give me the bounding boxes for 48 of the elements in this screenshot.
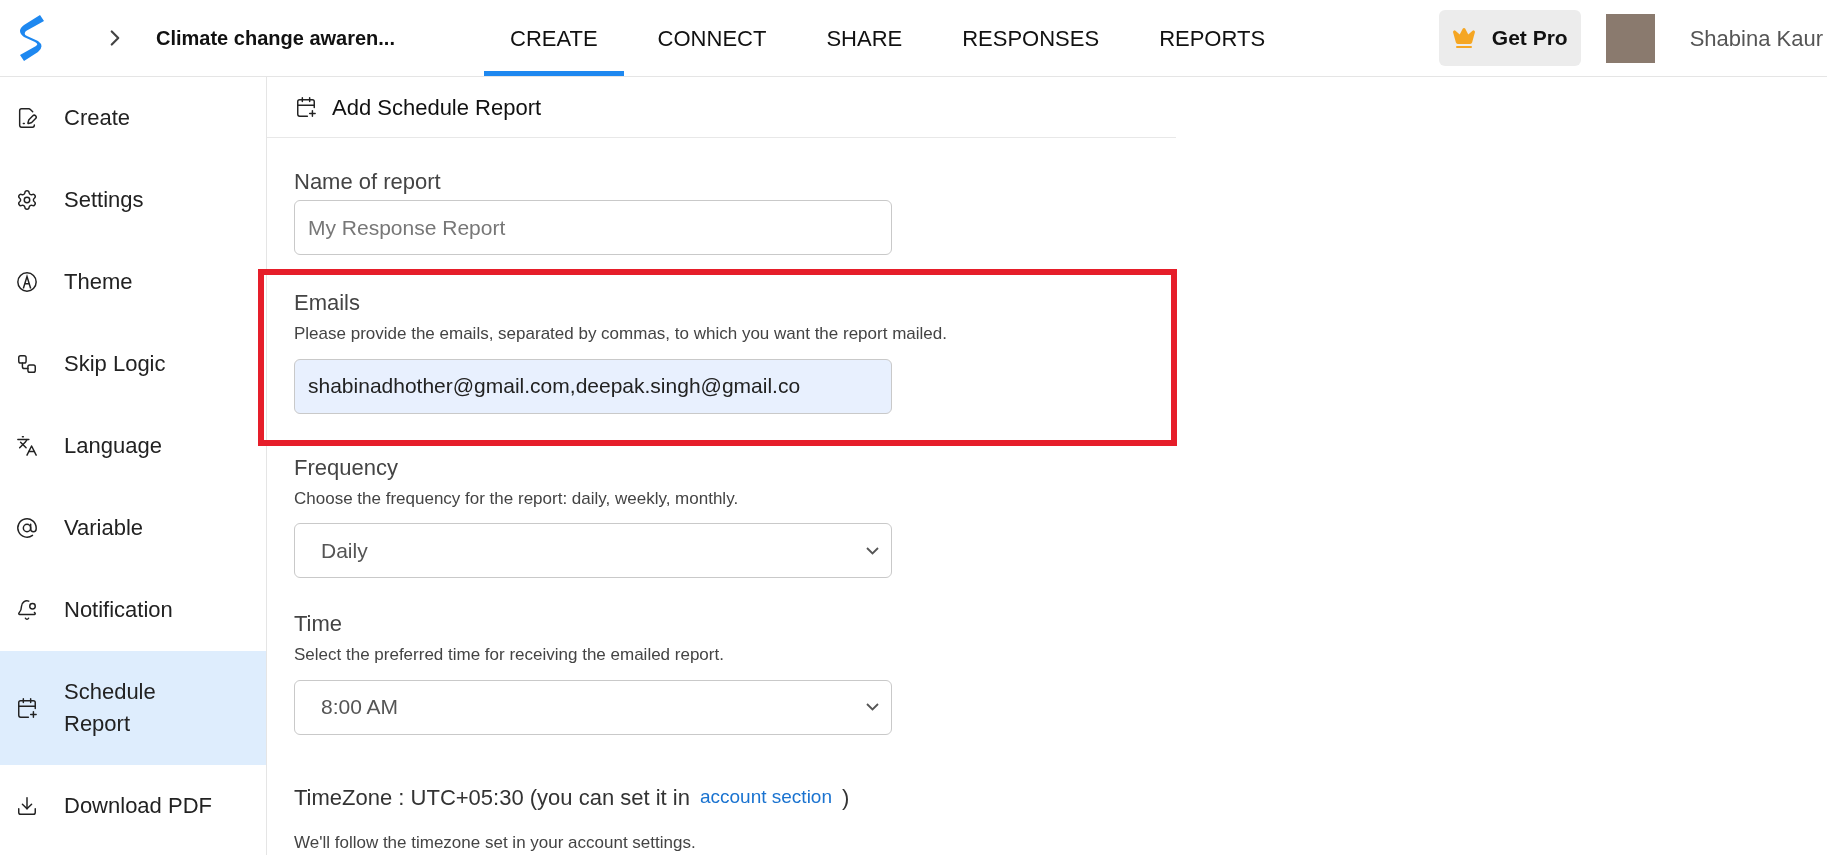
account-section-link[interactable]: account section — [699, 782, 832, 812]
nav-tab[interactable]: REPORTS — [1133, 0, 1292, 76]
letter-circle-icon — [16, 271, 38, 293]
panel-title: Add Schedule Report — [332, 93, 542, 122]
select-field[interactable]: Daily — [294, 523, 892, 578]
document-pen-icon — [16, 107, 38, 129]
field-label: Time — [294, 610, 344, 638]
field-help-text: Select the preferred time for receiving the emailed report. — [294, 644, 725, 666]
get-pro-button[interactable]: Get Pro — [1438, 10, 1581, 66]
sidebar-item[interactable]: Variable — [0, 487, 266, 569]
timezone-text: TimeZone : UTC+05:30 (you can set it in — [294, 783, 690, 812]
bell-icon — [16, 599, 38, 621]
field-label: Frequency — [294, 453, 399, 482]
at-sign-icon — [16, 517, 38, 539]
download-icon — [16, 795, 38, 817]
sidebar-item[interactable]: Settings — [0, 159, 266, 241]
logo-icon[interactable] — [18, 13, 46, 63]
calendar-plus-icon — [16, 697, 38, 719]
field-label: Name of report — [294, 168, 442, 196]
avatar-photo-placeholder[interactable] — [1605, 13, 1655, 63]
settings-icon — [16, 189, 38, 211]
nav-tab[interactable]: RESPONSES — [936, 0, 1126, 76]
survey-title: Climate change awaren... — [156, 26, 396, 51]
sidebar-item[interactable]: Language — [0, 405, 266, 487]
user-name[interactable]: Shabina Kaur — [1689, 21, 1823, 55]
field-help-text: Please provide the emails, separated by commas, to which you want the report mailed. — [294, 323, 948, 345]
nav-tab[interactable]: CREATE — [484, 0, 624, 76]
crown-icon — [1451, 26, 1476, 50]
input-field[interactable]: My Response Report — [294, 200, 892, 255]
sidebar-item[interactable]: Theme — [0, 241, 266, 323]
nav-tab[interactable]: SHARE — [800, 0, 929, 76]
field-help-text: Choose the frequency for the report: daily, weekly, monthly. — [294, 487, 740, 510]
chevron-down-icon — [866, 546, 879, 555]
chevron-down-icon — [866, 703, 879, 711]
field-label: Emails — [294, 289, 361, 317]
sidebar-item[interactable]: Create — [0, 77, 266, 159]
nav-tab[interactable]: CONNECT — [631, 0, 793, 76]
flow-icon — [16, 353, 38, 375]
select-field[interactable]: 8:00 AM — [294, 679, 892, 735]
sidebar-item[interactable]: Schedule Report — [0, 651, 266, 765]
closing-parenthesis: ) — [842, 783, 850, 812]
input-field[interactable]: shabinadhother@gmail.com,deepak.singh@gmail.co — [294, 358, 892, 414]
timezone-help-text: We'll follow the timezone set in your account settings. — [294, 831, 697, 854]
sidebar-item[interactable]: Skip Logic — [0, 323, 266, 405]
calendar-plus-icon — [295, 96, 317, 118]
sidebar-item[interactable]: Download PDF — [0, 765, 266, 847]
translate-icon — [16, 435, 38, 457]
sidebar-item[interactable]: Notification — [0, 569, 266, 651]
